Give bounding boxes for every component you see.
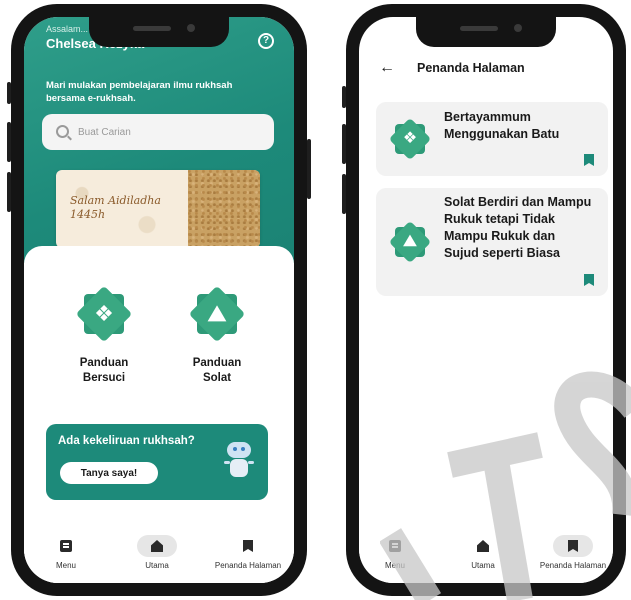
notch (416, 17, 556, 47)
bookmark-card[interactable]: ❖ Bertayammum Menggunakan Batu (376, 102, 608, 176)
top-bar: ← Penanda Halaman (359, 57, 613, 83)
page-title: Penanda Halaman (417, 61, 525, 75)
search-bar[interactable] (42, 114, 274, 150)
bookmark-icon (243, 540, 253, 552)
nav-bookmarks[interactable]: Penanda Halaman (531, 535, 613, 570)
prayer-icon: ⛰ (188, 285, 246, 343)
menu-icon (60, 540, 72, 552)
bookmark-icon (568, 540, 578, 552)
nav-menu[interactable]: Menu (375, 535, 415, 570)
nav-label: Penanda Halaman (214, 561, 282, 570)
hands-water-icon: ❖ (75, 285, 133, 343)
phone-home: Assalam... Chelsea Rezyka ? Mari mulakan… (7, 4, 311, 596)
nav-home[interactable]: Utama (463, 535, 503, 570)
side-button (307, 139, 311, 199)
guide-label-line2: Solat (202, 372, 232, 384)
nav-menu[interactable]: Menu (46, 535, 86, 570)
side-button (7, 82, 11, 104)
banner-title-line1: Salam Aidiladha (70, 194, 161, 207)
phone-bookmarks: ← Penanda Halaman ❖ Bertayammum Mengguna… (342, 4, 626, 596)
home-icon (477, 540, 489, 552)
guide-solat-button[interactable]: ⛰ Panduan Solat (167, 285, 267, 386)
home-icon (151, 540, 163, 552)
guide-bersuci-button[interactable]: ❖ Panduan Bersuci (54, 285, 154, 386)
bookmark-card[interactable]: ⛰ Solat Berdiri dan Mampu Rukuk tetapi T… (376, 188, 608, 296)
guide-label-line1: Panduan (192, 357, 242, 369)
bookmark-title: Solat Berdiri dan Mampu Rukuk tetapi Tid… (444, 194, 608, 262)
ask-me-button[interactable]: Tanya saya! (60, 462, 158, 484)
nav-bookmarks[interactable]: Penanda Halaman (206, 535, 290, 570)
banner-title-line2: 1445h (70, 208, 106, 221)
bottom-nav: Menu Utama Penanda Halaman (24, 527, 294, 583)
nav-home[interactable]: Utama (137, 535, 177, 570)
bookmark-title-line: Solat Berdiri dan Mampu (444, 195, 592, 209)
bookmark-title-line: Sujud seperti Biasa (444, 246, 561, 260)
home-header: Assalam... Chelsea Rezyka ? Mari mulakan… (24, 17, 294, 263)
robot-icon (224, 442, 254, 482)
bookmark-title-line: Rukuk tetapi Tidak (444, 212, 555, 226)
greeting-text: Assalam... (46, 24, 89, 34)
promo-banner[interactable]: Salam Aidiladha 1445h (56, 170, 260, 248)
bookmark-title-line: Bertayammum (444, 110, 531, 124)
arrow-left-icon[interactable]: ← (379, 57, 395, 79)
nav-label: Utama (471, 561, 495, 570)
prayer-icon: ⛰ (388, 220, 432, 264)
question-circle-icon[interactable]: ? (258, 33, 274, 49)
menu-icon (389, 540, 401, 552)
banner-title: Salam Aidiladha 1445h (70, 194, 161, 222)
bookmark-title-line: Mampu Rukuk dan (444, 229, 556, 243)
bookmarks-screen: ← Penanda Halaman ❖ Bertayammum Mengguna… (359, 17, 613, 583)
side-button (7, 172, 11, 212)
banner-texture (188, 170, 260, 248)
side-button (342, 174, 346, 214)
side-button (342, 86, 346, 108)
bottom-nav: Menu Utama Penanda Halaman (359, 527, 613, 583)
guide-label-line1: Panduan (79, 357, 129, 369)
nav-label: Menu (384, 561, 405, 570)
side-button (7, 122, 11, 162)
search-input[interactable] (78, 122, 258, 142)
home-screen: Assalam... Chelsea Rezyka ? Mari mulakan… (24, 17, 294, 583)
hands-water-icon: ❖ (388, 117, 432, 161)
guide-label: Panduan Bersuci (54, 356, 154, 386)
ask-card-title: Ada kekeliruan rukhsah? (58, 435, 195, 447)
bookmark-title: Bertayammum Menggunakan Batu (444, 109, 608, 143)
bookmark-icon[interactable] (584, 274, 594, 286)
ask-card: Ada kekeliruan rukhsah? Tanya saya! (46, 424, 268, 500)
bookmark-title-line: Menggunakan Batu (444, 127, 560, 141)
nav-label: Menu (55, 561, 76, 570)
guide-label-line2: Bersuci (82, 372, 126, 384)
bookmark-icon[interactable] (584, 154, 594, 166)
intro-text: Mari mulakan pembelajaran ilmu rukhsah b… (46, 80, 233, 104)
guide-label: Panduan Solat (167, 356, 267, 386)
nav-label: Penanda Halaman (539, 561, 607, 570)
notch (89, 17, 229, 47)
nav-label: Utama (145, 561, 169, 570)
side-button (342, 124, 346, 164)
search-icon (56, 125, 69, 138)
